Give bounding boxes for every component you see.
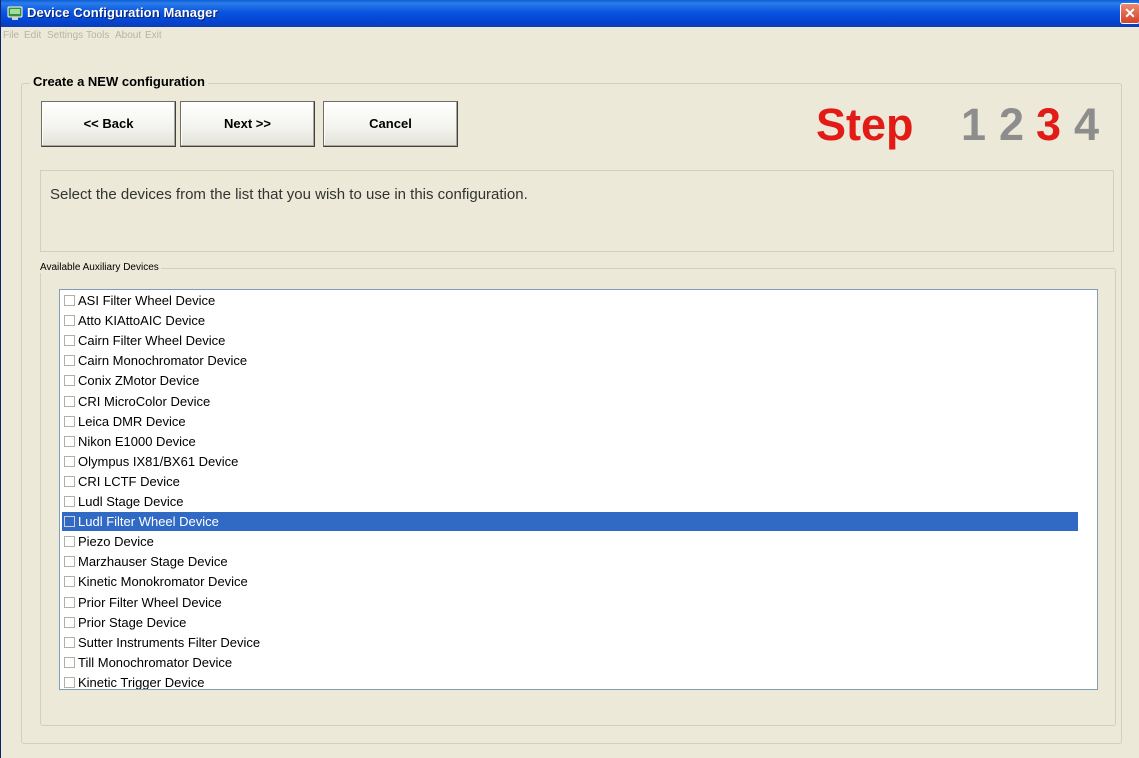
list-item[interactable]: Marzhauser Stage Device xyxy=(62,552,1078,571)
device-label: Nikon E1000 Device xyxy=(78,433,196,449)
checkbox[interactable] xyxy=(64,335,75,347)
device-label: Leica DMR Device xyxy=(78,413,186,429)
step-label: Step xyxy=(816,99,914,150)
device-label: Ludl Filter Wheel Device xyxy=(78,514,219,530)
available-devices-legend: Available Auxiliary Devices xyxy=(40,262,161,273)
device-label: Ludl Stage Device xyxy=(78,494,184,509)
device-label: Cairn Monochromator Device xyxy=(78,353,248,369)
step-number-1: 1 xyxy=(961,99,987,150)
checkbox[interactable] xyxy=(64,536,75,548)
list-item[interactable]: CRI MicroColor Device xyxy=(62,392,1078,411)
device-label: CRI MicroColor Device xyxy=(78,393,211,409)
device-label: Kinetic Trigger Device xyxy=(78,674,205,690)
menu-edit[interactable]: Edit xyxy=(24,30,41,41)
instruction-panel: Select the devices from the list that yo… xyxy=(40,170,1114,252)
device-label: Sutter Instruments Filter Device xyxy=(78,634,261,650)
step-number-2: 2 xyxy=(999,99,1025,150)
list-item[interactable]: Atto KIAttoAIC Device xyxy=(62,311,1078,330)
checkbox[interactable] xyxy=(64,435,75,447)
app-window: Device Configuration Manager ✕ File Edit… xyxy=(0,0,1139,758)
device-label: Olympus IX81/BX61 Device xyxy=(78,453,239,469)
close-button[interactable]: ✕ xyxy=(1120,3,1139,24)
list-item[interactable]: Till Monochromator Device xyxy=(62,653,1078,672)
checkbox[interactable] xyxy=(64,576,75,588)
menu-file[interactable]: File xyxy=(3,30,19,41)
step-number-3: 3 xyxy=(1036,99,1062,150)
list-item[interactable]: Nikon E1000 Device xyxy=(62,432,1078,451)
close-icon: ✕ xyxy=(1124,5,1136,21)
menu-tools[interactable]: Tools xyxy=(86,30,109,41)
device-label: ASI Filter Wheel Device xyxy=(78,293,216,308)
device-label: CRI LCTF Device xyxy=(78,473,180,489)
checkbox[interactable] xyxy=(64,395,75,407)
checkbox[interactable] xyxy=(64,516,75,528)
device-label: Till Monochromator Device xyxy=(78,654,233,670)
checkbox[interactable] xyxy=(64,656,75,668)
list-item[interactable]: Sutter Instruments Filter Device xyxy=(62,633,1078,652)
app-icon xyxy=(7,6,23,20)
step-number-4: 4 xyxy=(1074,99,1100,150)
device-label: Cairn Filter Wheel Device xyxy=(78,333,226,349)
checkbox[interactable] xyxy=(64,616,75,628)
instruction-text: Select the devices from the list that yo… xyxy=(50,186,528,203)
checkbox[interactable] xyxy=(64,415,75,427)
back-button[interactable]: << Back xyxy=(41,101,176,147)
cancel-button[interactable]: Cancel xyxy=(323,101,458,147)
checkbox[interactable] xyxy=(64,496,75,507)
menu-bar: File Edit Settings Tools About Exit xyxy=(1,27,1139,47)
list-item[interactable]: Olympus IX81/BX61 Device xyxy=(62,452,1078,471)
next-button[interactable]: Next >> xyxy=(180,101,315,147)
device-label: Prior Stage Device xyxy=(78,614,187,630)
list-item[interactable]: Cairn Monochromator Device xyxy=(62,351,1078,370)
device-label: Marzhauser Stage Device xyxy=(78,554,228,570)
title-bar[interactable]: Device Configuration Manager ✕ xyxy=(1,0,1139,27)
checkbox[interactable] xyxy=(64,556,75,568)
checkbox[interactable] xyxy=(64,636,75,648)
checkbox[interactable] xyxy=(64,475,75,487)
checkbox[interactable] xyxy=(64,676,75,688)
list-item[interactable]: Kinetic Trigger Device xyxy=(62,673,1078,690)
menu-settings[interactable]: Settings xyxy=(47,30,83,41)
list-item[interactable]: Prior Stage Device xyxy=(62,613,1078,632)
menu-about[interactable]: About xyxy=(115,30,141,41)
list-item[interactable]: ASI Filter Wheel Device xyxy=(62,291,1078,310)
checkbox[interactable] xyxy=(64,455,75,467)
list-item[interactable]: Kinetic Monokromator Device xyxy=(62,572,1078,591)
checkbox[interactable] xyxy=(64,596,75,608)
list-item[interactable]: CRI LCTF Device xyxy=(62,472,1078,491)
window-title: Device Configuration Manager xyxy=(27,5,218,20)
list-item[interactable]: Prior Filter Wheel Device xyxy=(62,593,1078,612)
device-label: Piezo Device xyxy=(78,534,154,550)
device-label: Conix ZMotor Device xyxy=(78,373,200,389)
create-config-legend: Create a NEW configuration xyxy=(30,74,208,89)
menu-exit[interactable]: Exit xyxy=(145,30,162,41)
device-label: Prior Filter Wheel Device xyxy=(78,594,222,610)
checkbox[interactable] xyxy=(64,295,75,306)
list-item[interactable]: Conix ZMotor Device xyxy=(62,371,1078,390)
list-item[interactable]: Ludl Stage Device xyxy=(62,492,1078,511)
list-item[interactable]: Ludl Filter Wheel Device xyxy=(62,512,1078,532)
device-checklist[interactable]: Kinetic Trigger Device Till Monochromator… xyxy=(59,289,1098,690)
checkbox[interactable] xyxy=(64,375,75,387)
list-item[interactable]: Cairn Filter Wheel Device xyxy=(62,331,1078,350)
device-label: Atto KIAttoAIC Device xyxy=(78,313,206,329)
list-item[interactable]: Leica DMR Device xyxy=(62,412,1078,431)
device-label: Kinetic Monokromator Device xyxy=(78,574,248,590)
checkbox[interactable] xyxy=(64,355,75,367)
checkbox[interactable] xyxy=(64,315,75,327)
list-item[interactable]: Piezo Device xyxy=(62,532,1078,551)
